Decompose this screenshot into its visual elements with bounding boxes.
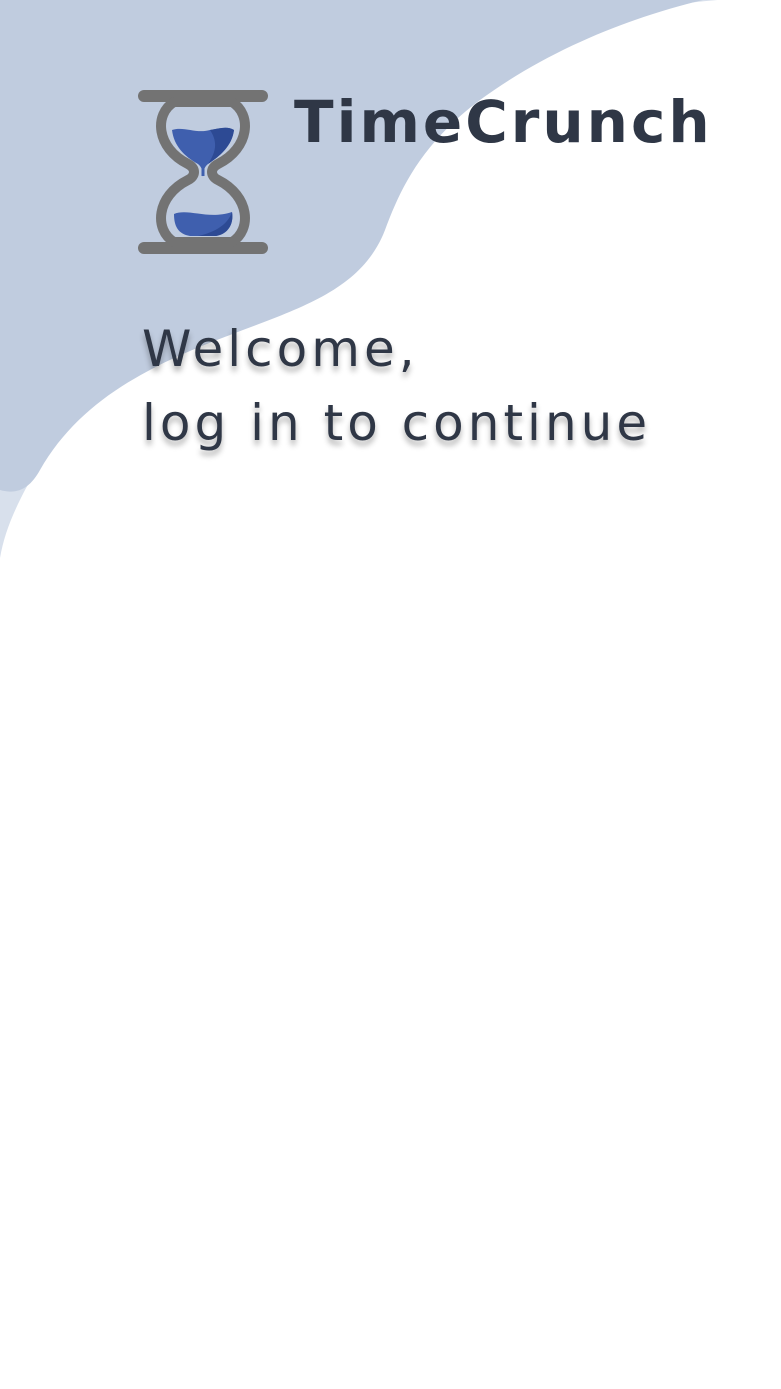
hourglass-icon	[138, 90, 268, 254]
background-wave-decoration	[0, 0, 781, 558]
app-name-title: TimeCrunch	[294, 88, 713, 156]
welcome-line-2: log in to continue	[142, 394, 652, 452]
welcome-message: Welcome, log in to continue	[142, 312, 651, 460]
login-screen: TimeCrunch Welcome, log in to continue	[0, 0, 781, 1389]
welcome-line-1: Welcome,	[142, 320, 419, 378]
